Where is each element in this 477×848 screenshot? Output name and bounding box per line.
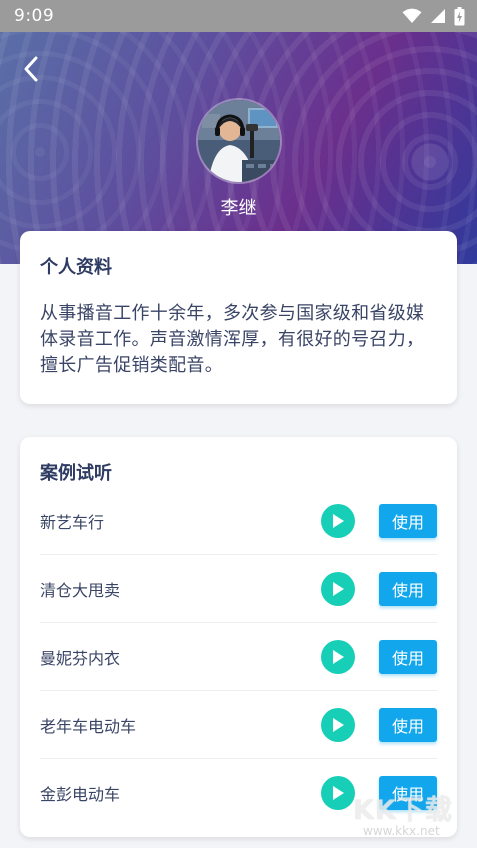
play-button[interactable] [321,639,355,674]
avatar [196,98,282,184]
status-bar: 9:09 [0,0,477,32]
use-button[interactable]: 使用 [379,707,437,742]
play-button[interactable] [321,707,355,742]
play-icon [333,786,344,800]
watermark: KK下载 www.kkx.net [353,788,471,846]
play-button[interactable] [321,571,355,606]
host-name: 李继 [220,198,257,219]
back-button[interactable] [16,54,46,84]
play-icon [333,649,344,664]
case-name: 老年车电动车 [40,716,137,736]
case-name: 新艺车行 [40,512,105,532]
case-name: 曼妮芬内衣 [40,648,121,668]
case-list: 新艺车行 使用 清仓大甩卖 使用 曼妮芬内衣 使用 老年车电动车 使用 金彭电动… [40,487,437,827]
use-button[interactable]: 使用 [379,503,437,538]
case-name: 金彭电动车 [40,785,121,804]
avatar-image [198,100,280,182]
case-item: 清仓大甩卖 使用 [40,555,437,623]
cases-card: 案例试听 新艺车行 使用 清仓大甩卖 使用 曼妮芬内衣 使用 老年车电动车 使用… [20,437,457,837]
use-button[interactable]: 使用 [379,571,437,606]
cell-signal-icon [431,9,445,23]
play-icon [333,581,344,596]
battery-charging-icon [454,6,465,25]
profile-header: 李继 [0,32,477,264]
chevron-left-icon [24,56,38,82]
play-button[interactable] [321,776,355,810]
play-icon [333,513,344,528]
watermark-text: KK下载 [353,795,453,826]
status-icons [402,6,465,26]
case-name: 清仓大甩卖 [40,580,121,600]
profile-title: 个人资料 [40,257,112,278]
watermark-url: www.kkx.net [363,824,440,838]
play-icon [333,717,344,732]
play-button[interactable] [321,503,355,538]
profile-description: 从事播音工作十余年，多次参与国家级和省级媒体录音工作。声音激情浑厚，有很好的号召… [40,303,425,376]
case-item: 新艺车行 使用 [40,487,437,555]
case-item: 曼妮芬内衣 使用 [40,623,437,691]
use-button[interactable]: 使用 [379,639,437,674]
status-time: 9:09 [14,6,55,26]
wifi-icon [402,8,422,23]
case-item: 老年车电动车 使用 [40,691,437,759]
cases-title: 案例试听 [40,463,112,484]
profile-card: 个人资料 从事播音工作十余年，多次参与国家级和省级媒体录音工作。声音激情浑厚，有… [20,231,457,404]
